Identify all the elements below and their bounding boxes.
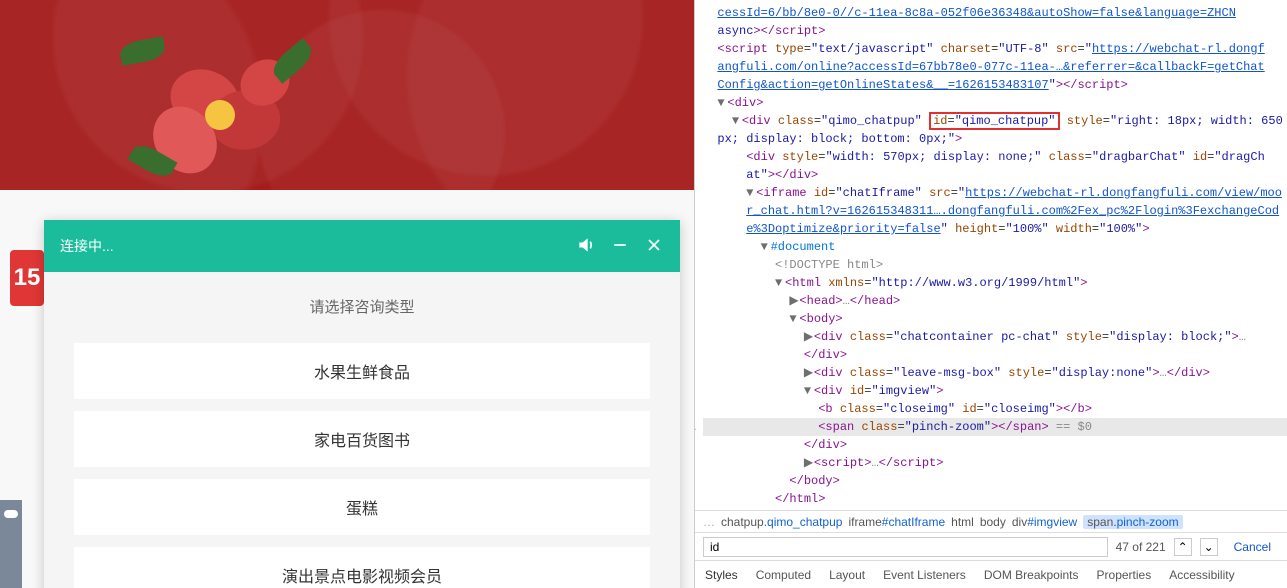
search-bar: 47 of 221 ⌃ ⌄ Cancel bbox=[695, 532, 1287, 560]
crumb-item[interactable]: chatpup.qimo_chatpup bbox=[721, 515, 842, 529]
dom-line[interactable]: at"></div> bbox=[703, 166, 1287, 184]
banner bbox=[0, 0, 694, 190]
match-count: 47 of 221 bbox=[1116, 540, 1166, 554]
dom-line[interactable]: px; display: block; bottom: 0px;"> bbox=[703, 130, 1287, 148]
dom-line[interactable]: e%3Doptimize&priority=false" height="100… bbox=[703, 220, 1287, 238]
chat-option-1[interactable]: 家电百货图书 bbox=[74, 411, 650, 467]
chat-option-0[interactable]: 水果生鲜食品 bbox=[74, 343, 650, 399]
chat-popup: 连接中... 请选择咨询类型 水果生鲜食品 家电百货图书 蛋糕 演出景点电影视频… bbox=[44, 220, 680, 588]
devtools-panel: cessId=6/bb/8e0-0//c-11ea-8c8a-052f06e36… bbox=[694, 0, 1287, 588]
crumb-prev[interactable]: … bbox=[703, 515, 715, 529]
tab-computed[interactable]: Computed bbox=[756, 568, 811, 582]
dom-line[interactable]: cessId=6/bb/8e0-0//c-11ea-8c8a-052f06e36… bbox=[703, 4, 1287, 22]
dom-line[interactable]: <span class="pinch-zoom"></span> == $0 bbox=[703, 418, 1287, 436]
dom-line[interactable]: ▶<div class="leave-msg-box" style="displ… bbox=[703, 364, 1287, 382]
chat-option-3[interactable]: 演出景点电影视频会员 bbox=[74, 547, 650, 588]
cancel-button[interactable]: Cancel bbox=[1226, 540, 1279, 554]
crumb-item[interactable]: body bbox=[980, 515, 1006, 529]
chat-option-2[interactable]: 蛋糕 bbox=[74, 479, 650, 535]
dom-line[interactable]: ▶<script>…</script> bbox=[703, 454, 1287, 472]
tab-layout[interactable]: Layout bbox=[829, 568, 865, 582]
sound-icon[interactable] bbox=[576, 235, 596, 258]
dom-line[interactable]: ▶<div class="chatcontainer pc-chat" styl… bbox=[703, 328, 1287, 346]
sidebar-stub bbox=[0, 500, 22, 588]
dom-line[interactable]: ▼#document bbox=[703, 238, 1287, 256]
dom-line[interactable]: </div> bbox=[703, 436, 1287, 454]
close-icon[interactable] bbox=[644, 235, 664, 258]
dom-line[interactable]: <div style="width: 570px; display: none;… bbox=[703, 148, 1287, 166]
dom-line[interactable]: ▼<div class="qimo_chatpup" id="qimo_chat… bbox=[703, 112, 1287, 130]
crumb-item[interactable]: div#imgview bbox=[1012, 515, 1077, 529]
tab-styles[interactable]: Styles bbox=[705, 568, 738, 582]
dom-line[interactable]: <b class="closeimg" id="closeimg"></b> bbox=[703, 400, 1287, 418]
chat-header[interactable]: 连接中... bbox=[44, 220, 680, 272]
elements-tree[interactable]: cessId=6/bb/8e0-0//c-11ea-8c8a-052f06e36… bbox=[695, 0, 1287, 510]
dom-line[interactable]: ▼<div id="imgview"> bbox=[703, 382, 1287, 400]
dom-line[interactable]: Config&action=getOnlineStates&__=1626153… bbox=[703, 76, 1287, 94]
dom-line[interactable]: </div> bbox=[703, 346, 1287, 364]
banner-flower bbox=[120, 30, 340, 190]
dom-line[interactable]: ▶<head>…</head> bbox=[703, 292, 1287, 310]
dom-line[interactable]: ▼<iframe id="chatIframe" src="https://we… bbox=[703, 184, 1287, 202]
tab-accessibility[interactable]: Accessibility bbox=[1169, 568, 1234, 582]
prev-match-button[interactable]: ⌃ bbox=[1174, 538, 1192, 556]
dom-line[interactable]: async></script> bbox=[703, 22, 1287, 40]
crumb-item[interactable]: html bbox=[951, 515, 974, 529]
dom-line[interactable]: <script type="text/javascript" charset="… bbox=[703, 40, 1287, 58]
dom-line[interactable]: <!DOCTYPE html> bbox=[703, 256, 1287, 274]
dom-line[interactable]: ▼<body> bbox=[703, 310, 1287, 328]
chat-title: 连接中... bbox=[60, 236, 576, 256]
chat-prompt: 请选择咨询类型 bbox=[74, 286, 650, 331]
dom-line[interactable]: </body> bbox=[703, 472, 1287, 490]
breadcrumb[interactable]: … chatpup.qimo_chatpup iframe#chatIframe h… bbox=[695, 510, 1287, 532]
search-input[interactable] bbox=[703, 537, 1108, 557]
chat-body: 请选择咨询类型 水果生鲜食品 家电百货图书 蛋糕 演出景点电影视频会员 bbox=[44, 272, 680, 588]
crumb-item[interactable]: iframe#chatIframe bbox=[848, 515, 945, 529]
dom-line[interactable]: </html> bbox=[703, 490, 1287, 508]
dom-line[interactable]: ▼<div> bbox=[703, 94, 1287, 112]
tab-event-listeners[interactable]: Event Listeners bbox=[883, 568, 966, 582]
styles-tabs: Styles Computed Layout Event Listeners DOM B… bbox=[695, 560, 1287, 588]
tab-properties[interactable]: Properties bbox=[1097, 568, 1152, 582]
dom-line[interactable]: r_chat.html?v=162615348311….dongfangfuli… bbox=[703, 202, 1287, 220]
page-preview: 15 连接中... 请选择咨询类型 水果生鲜食品 家电百货图书 蛋糕 演出景点电… bbox=[0, 0, 694, 588]
next-match-button[interactable]: ⌄ bbox=[1200, 538, 1218, 556]
minimize-icon[interactable] bbox=[610, 235, 630, 258]
crumb-item[interactable]: span.pinch-zoom bbox=[1083, 515, 1182, 529]
dom-line[interactable]: ▼<html xmlns="http://www.w3.org/1999/htm… bbox=[703, 274, 1287, 292]
dom-line[interactable]: angfuli.com/online?accessId=67bb78e0-077… bbox=[703, 58, 1287, 76]
tab-dom-breakpoints[interactable]: DOM Breakpoints bbox=[984, 568, 1079, 582]
badge-15: 15 bbox=[10, 250, 44, 306]
